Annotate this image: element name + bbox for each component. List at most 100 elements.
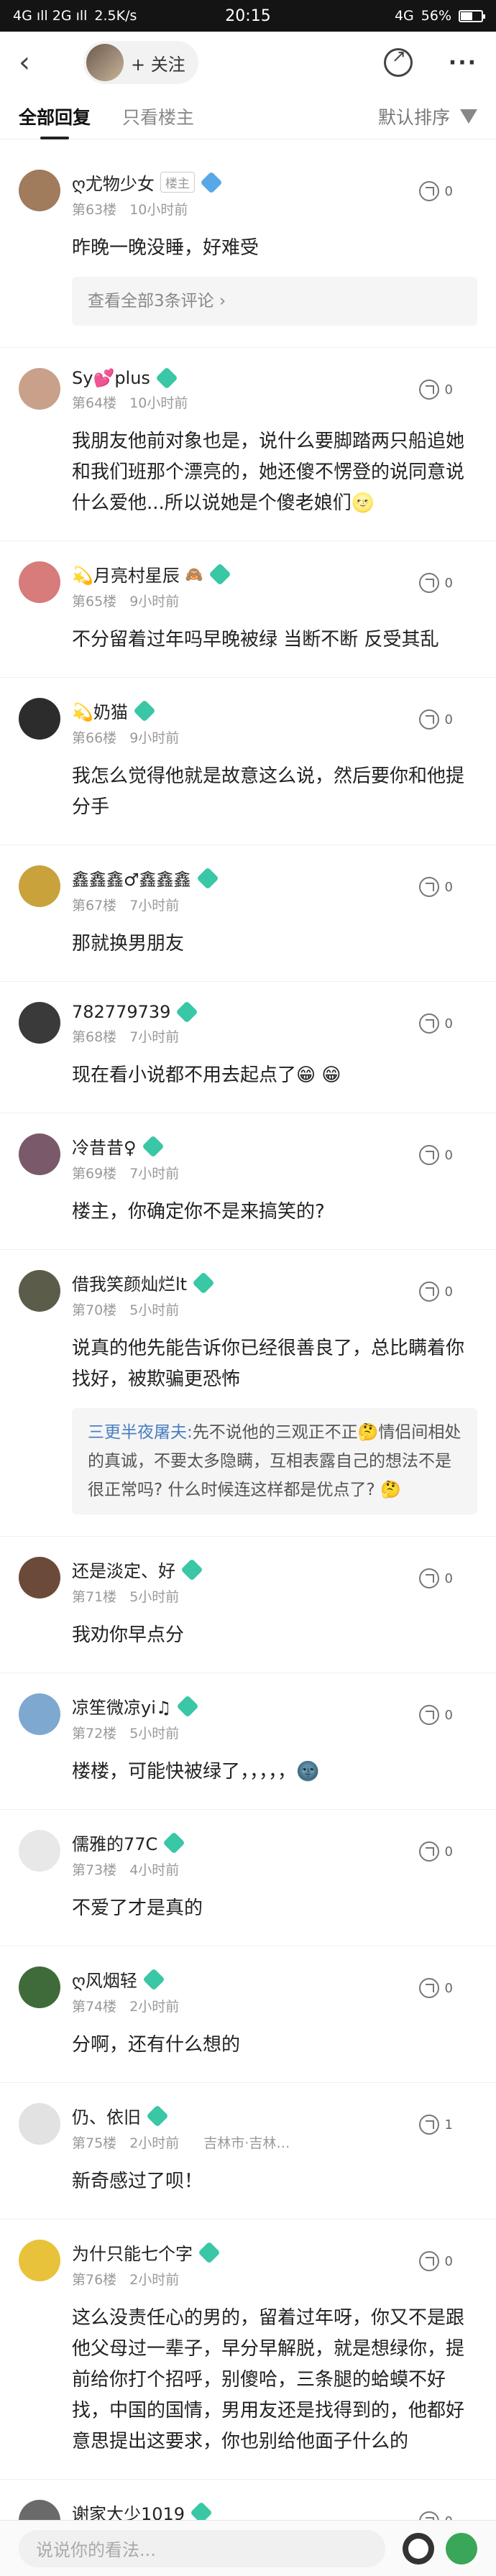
- diamond-badge-icon: [162, 1831, 185, 1854]
- follow-button[interactable]: + 关注: [131, 50, 185, 75]
- share-icon[interactable]: [383, 46, 413, 77]
- diamond-badge-icon: [192, 1271, 215, 1294]
- comment-item[interactable]: 儒雅的77C 第73楼 4小时前 0 不爱了才是真的: [0, 1810, 496, 1946]
- like-button[interactable]: 0: [418, 380, 453, 400]
- avatar[interactable]: [19, 561, 60, 603]
- commenter-name[interactable]: ღ风烟轻: [72, 1966, 137, 1992]
- comment-text: 昨晚一晚没睡，好难受: [72, 237, 260, 259]
- commenter-name[interactable]: 💫月亮村星辰: [72, 561, 180, 586]
- comment-text: 新奇感过了呗！: [72, 2171, 203, 2192]
- avatar[interactable]: [19, 170, 60, 211]
- network-indicator: 4G ıll 2G ıll: [13, 8, 88, 24]
- sub-reply-author[interactable]: 三更半夜屠夫:: [88, 1423, 193, 1442]
- like-button[interactable]: 0: [418, 1705, 453, 1725]
- like-button[interactable]: 1: [418, 2115, 453, 2135]
- like-icon: [418, 1568, 439, 1588]
- commenter-name[interactable]: 💫奶猫: [72, 698, 128, 723]
- commenter-name[interactable]: 冷昔昔♀: [72, 1133, 137, 1159]
- avatar[interactable]: [19, 1693, 60, 1735]
- commenter-name[interactable]: 为什只能七个字: [72, 2240, 193, 2265]
- diamond-badge-icon: [198, 2240, 221, 2264]
- comment-item[interactable]: 仍、依旧 第75楼 2小时前 吉林市·吉林… 1 新奇感过了呗！: [0, 2083, 496, 2220]
- avatar[interactable]: [19, 1966, 60, 2008]
- back-button[interactable]: ‹: [19, 46, 62, 79]
- avatar[interactable]: [19, 1270, 60, 1312]
- like-button[interactable]: 0: [418, 2251, 453, 2271]
- sub-reply[interactable]: 三更半夜屠夫:先不说他的三观正不正🤔情侣间相处的真诚，不要太多隐瞒，互相表露自己…: [72, 1408, 477, 1514]
- timestamp: 5小时前: [129, 1726, 180, 1742]
- avatar[interactable]: [19, 1557, 60, 1598]
- battery-percent: 56%: [421, 8, 451, 24]
- like-button[interactable]: 0: [418, 1145, 453, 1165]
- like-icon: [418, 2115, 439, 2135]
- avatar[interactable]: [19, 698, 60, 740]
- commenter-name[interactable]: 782779739: [72, 1002, 170, 1022]
- like-icon: [418, 2251, 439, 2271]
- comment-item[interactable]: ღ风烟轻 第74楼 2小时前 0 分啊，还有什么想的: [0, 1946, 496, 2083]
- avatar[interactable]: [19, 865, 60, 907]
- commenter-name[interactable]: 还是淡定、好: [72, 1557, 175, 1582]
- view-all-replies-link[interactable]: 查看全部3条评论 ›: [72, 277, 477, 326]
- panda-emoji-icon[interactable]: [403, 2532, 434, 2564]
- commenter-name[interactable]: 仍、依旧: [72, 2103, 141, 2128]
- commenter-name[interactable]: 儒雅的77C: [72, 1830, 157, 1855]
- sticker-icon[interactable]: [446, 2532, 477, 2564]
- tab-all-replies[interactable]: 全部回复: [19, 104, 91, 139]
- like-button[interactable]: 0: [418, 1841, 453, 1862]
- like-button[interactable]: 0: [418, 709, 453, 730]
- timestamp: 7小时前: [129, 898, 180, 914]
- like-button[interactable]: 0: [418, 1282, 453, 1302]
- like-button[interactable]: 0: [418, 1978, 453, 1998]
- commenter-name[interactable]: 鑫鑫鑫♂鑫鑫鑫: [72, 865, 191, 891]
- comment-item[interactable]: 凉笙微凉yi♫ 第72楼 5小时前 0 楼楼，可能快被绿了，，，，，🌚: [0, 1673, 496, 1810]
- comment-item[interactable]: 鑫鑫鑫♂鑫鑫鑫 第67楼 7小时前 0 那就换男朋友: [0, 845, 496, 982]
- comment-item[interactable]: 还是淡定、好 第71楼 5小时前 0 我劝你早点分: [0, 1537, 496, 1673]
- avatar[interactable]: [19, 1133, 60, 1175]
- comment-text: 我怎么觉得他就是故意这么说，然后要你和他提分手: [72, 765, 465, 818]
- like-button[interactable]: 0: [418, 573, 453, 593]
- sort-label: 默认排序: [377, 106, 450, 128]
- tab-owner-only[interactable]: 只看楼主: [122, 104, 194, 129]
- comment-item[interactable]: 为什只能七个字 第76楼 2小时前 0 这么没责任心的男的，留着过年呀，你又不是跟他父母…: [0, 2220, 496, 2480]
- like-count: 0: [444, 183, 453, 199]
- avatar[interactable]: [19, 2240, 60, 2281]
- commenter-name[interactable]: Sy💕plus: [72, 368, 150, 388]
- comment-input[interactable]: 说说你的看法...: [19, 2529, 385, 2567]
- timestamp: 9小时前: [129, 730, 180, 746]
- diamond-badge-icon: [133, 699, 156, 722]
- sort-selector[interactable]: 默认排序: [378, 104, 477, 129]
- author-follow-chip[interactable]: + 关注: [83, 41, 198, 84]
- tab-bar: 全部回复 只看楼主 默认排序: [0, 93, 496, 139]
- commenter-name[interactable]: 借我笑颜灿烂lt: [72, 1270, 187, 1295]
- commenter-name[interactable]: ღ尤物少女: [72, 170, 155, 195]
- comment-item[interactable]: ღ尤物少女 楼主 第63楼 10小时前 0 昨晚一晚没睡，好难受 查看全部3条评论 ›: [0, 150, 496, 348]
- signal-indicator: 4G: [394, 8, 414, 24]
- like-button[interactable]: 0: [418, 1013, 453, 1034]
- timestamp: 9小时前: [129, 594, 180, 610]
- comment-item[interactable]: 💫月亮村星辰 🙈 第65楼 9小时前 0 不分留着过年吗早晚被绿 当断不断 反受其乱: [0, 541, 496, 678]
- avatar[interactable]: [19, 2103, 60, 2145]
- avatar[interactable]: [19, 1830, 60, 1872]
- diamond-badge-icon: [176, 1694, 199, 1718]
- status-bar: 4G ıll 2G ıll 2.5K/s 20:15 4G 56%: [0, 0, 496, 32]
- comment-item[interactable]: 💫奶猫 第66楼 9小时前 0 我怎么觉得他就是故意这么说，然后要你和他提分手: [0, 678, 496, 845]
- floor-number: 第76楼: [72, 2272, 117, 2288]
- comment-item[interactable]: 冷昔昔♀ 第69楼 7小时前 0 楼主，你确定你不是来搞笑的?: [0, 1113, 496, 1250]
- diamond-badge-icon: [142, 1967, 165, 1991]
- like-count: 0: [444, 1284, 453, 1300]
- commenter-name[interactable]: 凉笙微凉yi♫: [72, 1693, 171, 1719]
- comment-item[interactable]: 借我笑颜灿烂lt 第70楼 5小时前 0 说真的他先能告诉你已经很善良了，总比瞒着你找好…: [0, 1250, 496, 1537]
- like-icon: [418, 1145, 439, 1165]
- like-icon: [418, 709, 439, 730]
- comment-text: 不爱了才是真的: [72, 1898, 203, 1919]
- comment-text: 那就换男朋友: [72, 933, 185, 954]
- like-button[interactable]: 0: [418, 1568, 453, 1588]
- comment-text: 楼楼，可能快被绿了，，，，，🌚: [72, 1761, 320, 1782]
- more-options-icon[interactable]: ···: [449, 50, 477, 75]
- comment-item[interactable]: Sy💕plus 第64楼 10小时前 0 我朋友他前对象也是，说什么要脚踏两只船追她和我…: [0, 348, 496, 541]
- like-button[interactable]: 0: [418, 877, 453, 897]
- avatar[interactable]: [19, 1002, 60, 1044]
- like-button[interactable]: 0: [418, 181, 453, 201]
- avatar[interactable]: [19, 368, 60, 410]
- comment-item[interactable]: 782779739 第68楼 7小时前 0 现在看小说都不用去起点了😁 😁: [0, 982, 496, 1113]
